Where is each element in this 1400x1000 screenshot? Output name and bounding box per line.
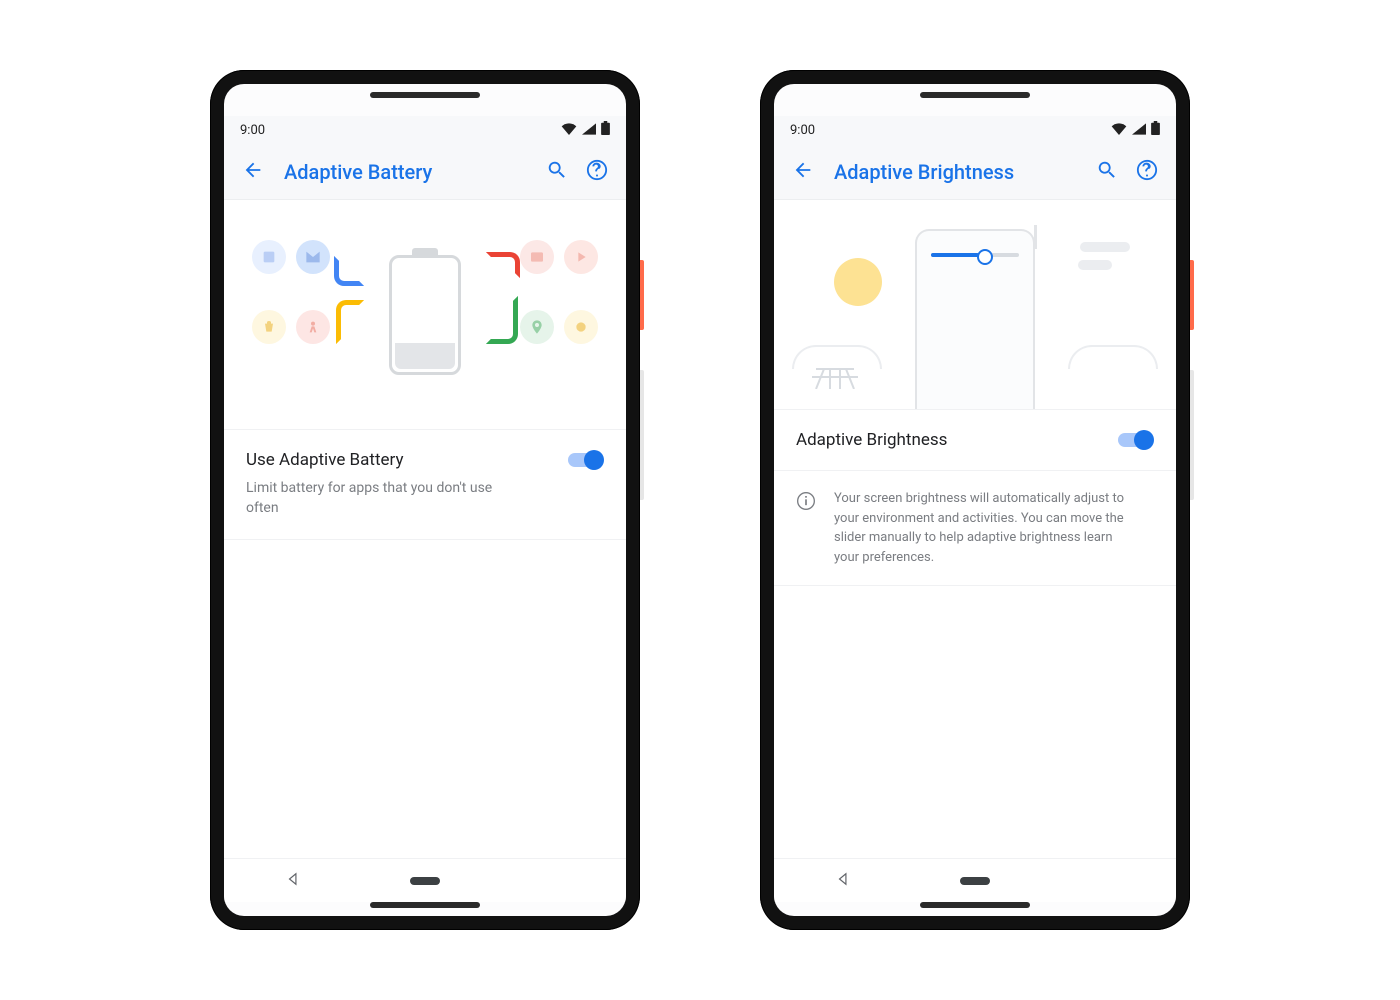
phone-screen: 9:00 Adaptive Battery [224, 84, 626, 916]
status-bar: 9:00 [224, 116, 626, 144]
setting-adaptive-brightness[interactable]: Adaptive Brightness [774, 410, 1176, 471]
battery-icon [601, 121, 610, 135]
picnic-table-icon [810, 361, 860, 389]
connector-line [336, 300, 364, 344]
back-button[interactable] [236, 153, 270, 191]
phone-speaker-bottom [920, 902, 1030, 908]
info-icon [796, 491, 816, 567]
setting-title: Use Adaptive Battery [246, 450, 403, 470]
hill-icon [1068, 345, 1158, 369]
status-icons [1109, 121, 1160, 139]
phone-power-button [640, 260, 644, 330]
brightness-slider-icon [931, 253, 1019, 257]
phone-speaker-top [370, 92, 480, 98]
phone-screen: 9:00 Adaptive Brightness [774, 84, 1176, 916]
phone-speaker-bottom [370, 902, 480, 908]
app-circle-icon [520, 310, 554, 344]
cellular-icon [1132, 123, 1146, 135]
content-area: Adaptive Brightness Your screen brightne… [774, 200, 1176, 858]
phone-mockup-left: 9:00 Adaptive Battery [210, 70, 640, 930]
nav-back-button[interactable] [836, 871, 850, 890]
app-bar: Adaptive Brightness [774, 144, 1176, 200]
battery-icon [1151, 121, 1160, 135]
setting-adaptive-battery[interactable]: Use Adaptive Battery Limit battery for a… [224, 430, 626, 540]
arrow-left-icon [792, 159, 814, 181]
page-title: Adaptive Brightness [834, 160, 1084, 184]
app-circle-icon [296, 240, 330, 274]
app-circle-icon [296, 310, 330, 344]
search-icon [546, 159, 568, 181]
toggle-switch[interactable] [1118, 430, 1154, 450]
connector-line [486, 252, 520, 278]
triangle-back-icon [836, 872, 850, 886]
wifi-icon [561, 123, 577, 135]
connector-line [486, 296, 518, 344]
status-time: 9:00 [790, 123, 815, 138]
setting-subtitle: Limit battery for apps that you don't us… [246, 478, 526, 519]
help-button[interactable] [1130, 153, 1164, 191]
triangle-back-icon [286, 872, 300, 886]
sun-icon [834, 258, 882, 306]
phone-volume-button [640, 370, 644, 500]
toggle-switch[interactable] [568, 450, 604, 470]
nav-home-pill[interactable] [960, 877, 990, 885]
phone-volume-button [1190, 370, 1194, 500]
system-nav-bar [224, 858, 626, 902]
mini-phone-illustration [915, 229, 1035, 409]
app-circle-icon [252, 310, 286, 344]
back-button[interactable] [786, 153, 820, 191]
status-time: 9:00 [240, 123, 265, 138]
status-icons [559, 121, 610, 139]
cloud-icon [1078, 260, 1112, 270]
arrow-left-icon [242, 159, 264, 181]
phone-speaker-top [920, 92, 1030, 98]
status-bar: 9:00 [774, 116, 1176, 144]
battery-illustration-icon [389, 255, 461, 375]
hero-illustration [224, 200, 626, 430]
system-nav-bar [774, 858, 1176, 902]
search-icon [1096, 159, 1118, 181]
cellular-icon [582, 123, 596, 135]
app-circle-icon [252, 240, 286, 274]
nav-home-pill[interactable] [410, 877, 440, 885]
phone-power-button [1190, 260, 1194, 330]
app-bar: Adaptive Battery [224, 144, 626, 200]
phone-mockup-right: 9:00 Adaptive Brightness [760, 70, 1190, 930]
cloud-icon [1080, 242, 1130, 252]
hero-illustration [774, 200, 1176, 410]
search-button[interactable] [540, 153, 574, 191]
wifi-icon [1111, 123, 1127, 135]
help-button[interactable] [580, 153, 614, 191]
info-description-text: Your screen brightness will automaticall… [834, 489, 1124, 567]
content-area: Use Adaptive Battery Limit battery for a… [224, 200, 626, 858]
setting-title: Adaptive Brightness [796, 430, 947, 450]
search-button[interactable] [1090, 153, 1124, 191]
nav-back-button[interactable] [286, 871, 300, 890]
help-icon [586, 159, 608, 181]
app-circle-icon [564, 310, 598, 344]
page-title: Adaptive Battery [284, 160, 534, 184]
info-description-row: Your screen brightness will automaticall… [774, 471, 1176, 586]
help-icon [1136, 159, 1158, 181]
app-circle-icon [520, 240, 554, 274]
app-circle-icon [564, 240, 598, 274]
connector-line [334, 256, 364, 286]
